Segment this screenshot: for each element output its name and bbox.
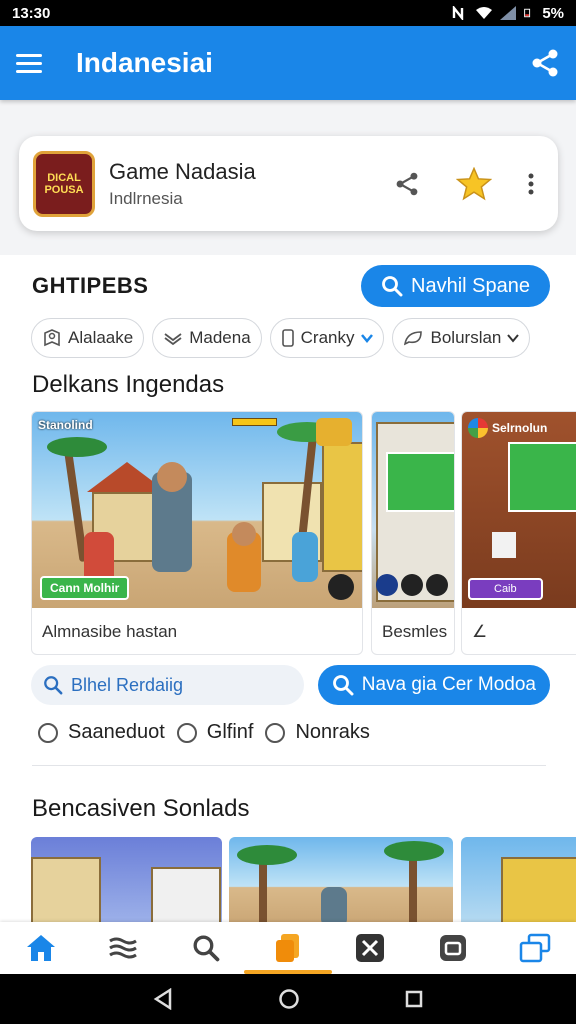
recents-icon[interactable] bbox=[404, 989, 424, 1009]
radio-label: Nonraks bbox=[295, 721, 370, 743]
search-icon bbox=[382, 276, 403, 297]
nav-library[interactable] bbox=[243, 922, 332, 974]
wifi-icon bbox=[476, 7, 493, 19]
game-caption: ∠ bbox=[472, 622, 488, 641]
battery-icon bbox=[524, 8, 531, 18]
layers-icon bbox=[164, 333, 182, 346]
app-bar: Indanesiai bbox=[0, 26, 576, 100]
settings-icon bbox=[316, 418, 352, 446]
chip-bolurslan[interactable]: Bolurslan bbox=[391, 318, 531, 358]
search-icon bbox=[44, 676, 63, 695]
game-banner: Caib bbox=[468, 578, 543, 600]
play-icon[interactable] bbox=[328, 574, 354, 600]
system-navigation bbox=[0, 974, 576, 1024]
search-input[interactable]: Blhel Rerdaiig bbox=[31, 665, 304, 705]
game-thumbnail[interactable] bbox=[229, 837, 453, 922]
leaf-icon bbox=[403, 331, 422, 346]
game-caption: Almnasibe hastan bbox=[42, 622, 178, 641]
nfc-icon bbox=[453, 6, 464, 20]
nav-window[interactable] bbox=[423, 922, 483, 974]
bookmark-icon bbox=[275, 934, 299, 962]
status-bar: 13:30 5% bbox=[0, 0, 576, 26]
app-title: Indanesiai bbox=[76, 47, 213, 78]
menu-icon[interactable] bbox=[16, 49, 42, 78]
radio-option[interactable]: Nonraks bbox=[265, 721, 370, 744]
section-heading: GHTIPEBS bbox=[32, 273, 149, 298]
chevron-down-icon bbox=[360, 334, 373, 343]
bottom-navigation bbox=[0, 922, 576, 974]
home-circle-icon[interactable] bbox=[278, 988, 300, 1010]
featured-game-card[interactable]: Stanolind Cann Molhir Almnasibe hastan bbox=[31, 411, 363, 655]
game-artwork: Selrnolun Caib bbox=[462, 412, 576, 608]
home-icon bbox=[27, 935, 56, 961]
chip-label: Alalaake bbox=[68, 328, 134, 347]
radio-label: Saaneduot bbox=[68, 721, 165, 743]
game-banner: Cann Molhir bbox=[40, 576, 130, 600]
nav-feed[interactable] bbox=[93, 922, 153, 974]
window-icon bbox=[439, 935, 466, 961]
waves-icon bbox=[109, 937, 138, 959]
chip-madena[interactable]: Madena bbox=[152, 318, 262, 358]
game-badge: Stanolind bbox=[38, 418, 93, 432]
nav-tabs[interactable] bbox=[505, 922, 565, 974]
featured-game-card[interactable]: Besmles bbox=[371, 411, 455, 655]
radio-label: Glfinf bbox=[206, 721, 254, 743]
nav-tools[interactable] bbox=[340, 922, 400, 974]
signal-icon bbox=[500, 6, 517, 20]
navigate-button-label: Navhil Spane bbox=[411, 274, 530, 297]
status-time: 13:30 bbox=[12, 4, 51, 22]
map-pin-icon bbox=[44, 329, 60, 347]
game-logo: DICAL POUSA bbox=[33, 150, 95, 217]
chevron-down-icon bbox=[507, 334, 520, 343]
star-icon[interactable] bbox=[456, 166, 492, 201]
game-banner-text: Caib bbox=[494, 583, 517, 595]
app-icon bbox=[426, 574, 448, 596]
chip-label: Madena bbox=[189, 328, 251, 347]
app-icon bbox=[401, 574, 423, 596]
tools-icon bbox=[356, 934, 385, 962]
share-icon[interactable] bbox=[394, 171, 420, 197]
game-title: Game Nadasia bbox=[109, 158, 256, 184]
nav-home[interactable] bbox=[11, 922, 71, 974]
radio-option[interactable]: Glfinf bbox=[176, 721, 254, 744]
game-info-card[interactable]: DICAL POUSA Game Nadasia Indlrnesia bbox=[19, 136, 558, 231]
game-artwork: Stanolind Cann Molhir bbox=[32, 412, 362, 608]
back-icon[interactable] bbox=[152, 988, 174, 1010]
phone-icon bbox=[281, 329, 294, 347]
featured-title: Delkans Ingendas bbox=[32, 371, 225, 398]
featured-game-card[interactable]: Selrnolun Caib ∠ bbox=[461, 411, 576, 655]
game-thumbnail[interactable] bbox=[461, 837, 576, 922]
chip-alalaake[interactable]: Alalaake bbox=[31, 318, 145, 358]
radio-option[interactable]: Saaneduot bbox=[38, 721, 165, 744]
navigate-button[interactable]: Navhil Spane bbox=[361, 265, 550, 307]
more-options-icon[interactable] bbox=[528, 172, 534, 196]
battery-percent: 5% bbox=[542, 4, 564, 22]
game-thumbnail[interactable] bbox=[31, 837, 222, 922]
progress-bar bbox=[232, 418, 277, 426]
divider bbox=[32, 765, 546, 766]
chip-label: Cranky bbox=[300, 328, 355, 347]
search-button[interactable]: Nava gia Cer Modoa bbox=[317, 665, 550, 705]
game-caption: Besmles bbox=[382, 622, 448, 641]
chip-cranky[interactable]: Cranky bbox=[269, 318, 384, 358]
color-wheel-icon bbox=[468, 418, 488, 438]
share-icon[interactable] bbox=[530, 48, 560, 78]
search-input-text: Blhel Rerdaiig bbox=[71, 674, 184, 695]
tabs-icon bbox=[519, 933, 551, 963]
search-button-label: Nava gia Cer Modoa bbox=[361, 674, 536, 695]
game-subtitle: Indlrnesia bbox=[109, 188, 183, 208]
game-banner-text: Cann Molhir bbox=[50, 581, 120, 595]
search-icon bbox=[332, 675, 354, 696]
bottom-section-title: Bencasiven Sonlads bbox=[32, 795, 250, 822]
game-badge: Selrnolun bbox=[492, 421, 548, 435]
nav-search[interactable] bbox=[176, 922, 236, 974]
main-content: GHTIPEBS Navhil Spane Alalaake Madena Cr… bbox=[0, 255, 576, 922]
game-artwork bbox=[372, 412, 454, 608]
search-icon bbox=[193, 935, 220, 962]
chip-label: Bolurslan bbox=[430, 328, 502, 347]
logo-text: DICAL POUSA bbox=[44, 171, 84, 196]
app-icon bbox=[376, 574, 398, 596]
